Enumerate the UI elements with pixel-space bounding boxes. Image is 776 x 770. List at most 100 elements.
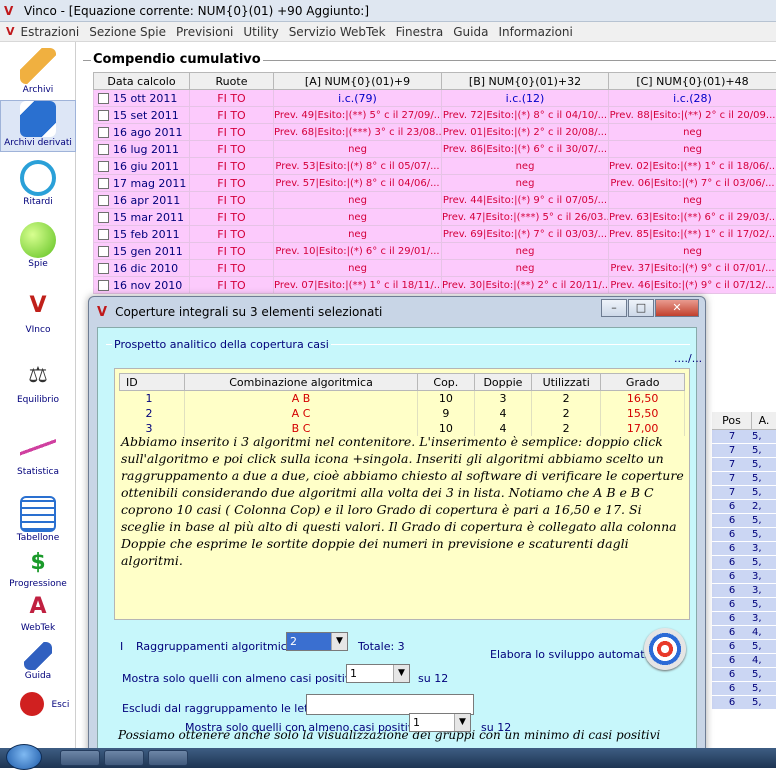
side-grid-row[interactable]: 65, [712,514,776,528]
row-checkbox[interactable] [98,127,109,138]
col-cop[interactable]: Cop. [417,374,474,391]
tool-archivi[interactable]: Archivi [0,48,76,95]
chevron-down-icon[interactable]: ▼ [331,633,347,650]
col-ruote[interactable]: Ruote [190,73,274,90]
col-combinazione[interactable]: Combinazione algoritmica [185,374,418,391]
row-checkbox[interactable] [98,161,109,172]
table-row[interactable]: 16 nov 2010FI TOPrev. 07|Esito:|(**) 1° … [94,277,776,294]
menu-finestra[interactable]: Finestra [396,25,444,39]
tool-spie[interactable]: Spie [0,222,76,269]
col-pos[interactable]: Pos [712,412,752,429]
maximize-icon[interactable]: □ [628,299,654,317]
side-grid-row[interactable]: 64, [712,626,776,640]
col-c[interactable]: [C] NUM{0}(01)+48 [609,73,776,90]
row-checkbox[interactable] [98,110,109,121]
tool-guida[interactable]: Guida [0,642,76,681]
row-checkbox[interactable] [98,280,109,291]
table-row[interactable]: 15 gen 2011FI TOPrev. 10|Esito:|(*) 6° c… [94,243,776,260]
more-link[interactable]: ..../... [674,352,702,365]
col-a-short[interactable]: A. [752,412,776,429]
col-id[interactable]: ID [120,374,185,391]
chevron-down-icon[interactable]: ▼ [454,714,470,731]
menu-informazioni[interactable]: Informazioni [498,25,572,39]
flashlight-icon [20,222,56,258]
tool-webtek[interactable]: A WebTek [0,592,76,633]
side-grid-row[interactable]: 62, [712,500,776,514]
row-checkbox[interactable] [98,229,109,240]
coverage-row[interactable]: 1A B103216,50 [120,391,685,406]
menu-estrazioni[interactable]: Estrazioni [21,25,80,39]
tool-esci[interactable]: Esci [0,692,76,716]
menu-guida[interactable]: Guida [453,25,488,39]
vinco-app-icon[interactable]: V [4,4,18,18]
side-grid-row[interactable]: 75, [712,486,776,500]
table-row[interactable]: 15 set 2011FI TOPrev. 49|Esito:|(**) 5° … [94,107,776,124]
menu-previsioni[interactable]: Previsioni [176,25,233,39]
side-grid-row[interactable]: 65, [712,556,776,570]
side-grid-row[interactable]: 65, [712,682,776,696]
mostra2-select[interactable]: 1 ▼ [409,713,471,732]
coverage-row[interactable]: 2A C94215,50 [120,406,685,421]
side-grid-row[interactable]: 75, [712,444,776,458]
table-row[interactable]: 16 giu 2011FI TOPrev. 53|Esito:|(*) 8° c… [94,158,776,175]
mostra-select[interactable]: 1 ▼ [346,664,410,683]
col-a[interactable]: [A] NUM{0}(01)+9 [274,73,442,90]
col-data-calcolo[interactable]: Data calcolo [94,73,190,90]
dialog-titlebar[interactable]: V Coperture integrali su 3 elementi sele… [89,297,705,327]
table-row[interactable]: 16 dic 2010FI TOnegnegPrev. 37|Esito:|(*… [94,260,776,277]
taskbar-item[interactable] [104,750,144,766]
tool-progressione[interactable]: $ Progressione [0,548,76,589]
menu-servizio-webtek[interactable]: Servizio WebTek [289,25,386,39]
col-doppie[interactable]: Doppie [474,374,531,391]
side-grid-row[interactable]: 63, [712,584,776,598]
side-grid-row[interactable]: 65, [712,598,776,612]
side-grid-row[interactable]: 65, [712,696,776,710]
escludi-input[interactable] [306,694,474,715]
side-grid-row[interactable]: 65, [712,528,776,542]
row-checkbox[interactable] [98,212,109,223]
side-grid-row[interactable]: 63, [712,612,776,626]
menu-sezione-spie[interactable]: Sezione Spie [89,25,166,39]
side-grid-row[interactable]: 75, [712,472,776,486]
raggruppamenti-select[interactable]: 2 ▼ [286,632,348,651]
row-checkbox[interactable] [98,246,109,257]
row-checkbox[interactable] [98,195,109,206]
table-row[interactable]: 15 mar 2011FI TOnegPrev. 47|Esito:|(***)… [94,209,776,226]
row-checkbox[interactable] [98,178,109,189]
col-b[interactable]: [B] NUM{0}(01)+32 [442,73,609,90]
tool-archivi-derivati[interactable]: Archivi derivati [0,100,76,152]
chevron-down-icon[interactable]: ▼ [393,665,409,682]
table-row[interactable]: 15 feb 2011FI TOnegPrev. 69|Esito:|(*) 7… [94,226,776,243]
row-checkbox[interactable] [98,93,109,104]
side-grid-row[interactable]: 65, [712,668,776,682]
tool-vinco[interactable]: V VInco [0,288,76,335]
tool-equilibrio[interactable]: ⚖ Equilibrio [0,358,76,405]
taskbar-item[interactable] [60,750,100,766]
side-grid-row[interactable]: 75, [712,458,776,472]
minimize-icon[interactable]: – [601,299,627,317]
tool-ritardi[interactable]: Ritardi [0,160,76,207]
table-row[interactable]: 15 ott 2011FI TOi.c.(79)i.c.(12)i.c.(28) [94,90,776,107]
table-row[interactable]: 16 ago 2011FI TOPrev. 68|Esito:|(***) 3°… [94,124,776,141]
tool-tabellone[interactable]: Tabellone [0,496,76,543]
table-row[interactable]: 17 mag 2011FI TOPrev. 57|Esito:|(*) 8° c… [94,175,776,192]
cell-a-short: 3, [752,612,776,625]
side-grid-row[interactable]: 75, [712,430,776,444]
row-checkbox[interactable] [98,263,109,274]
side-grid-row[interactable]: 64, [712,654,776,668]
side-grid-row[interactable]: 63, [712,570,776,584]
menu-utility[interactable]: Utility [243,25,278,39]
col-utilizzati[interactable]: Utilizzati [532,374,601,391]
taskbar-item[interactable] [148,750,188,766]
vinco-menu-icon[interactable]: V [6,25,15,38]
side-grid-row[interactable]: 65, [712,640,776,654]
side-grid-row[interactable]: 63, [712,542,776,556]
close-icon[interactable]: ✕ [655,299,699,317]
tool-statistica[interactable]: Statistica [0,430,76,477]
row-checkbox[interactable] [98,144,109,155]
start-orb-icon[interactable] [6,744,42,770]
elabora-target-icon[interactable] [644,628,686,670]
col-grado[interactable]: Grado [601,374,685,391]
table-row[interactable]: 16 lug 2011FI TOnegPrev. 86|Esito:|(*) 6… [94,141,776,158]
table-row[interactable]: 16 apr 2011FI TOnegPrev. 44|Esito:|(*) 9… [94,192,776,209]
